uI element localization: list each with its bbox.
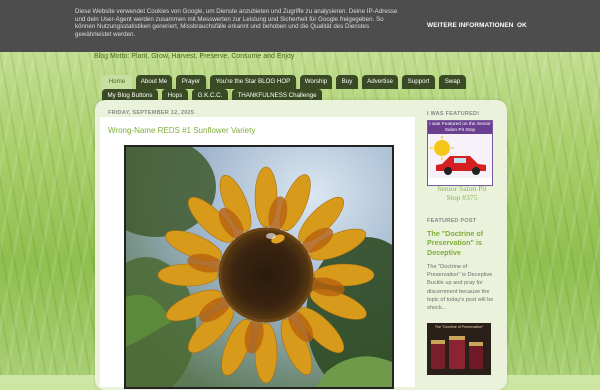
cookie-notice-text: Diese Website verwendet Cookies von Goog… [75, 8, 398, 38]
tab-worship[interactable]: Worship [300, 75, 332, 89]
senior-salon-link[interactable]: Senior Salon Pit Stop #375 [431, 184, 493, 202]
featured-post-title[interactable]: The "Doctrine of Preservation" is Decept… [427, 229, 495, 257]
featured-post-header: FEATURED POST [427, 218, 477, 224]
car-icon [428, 134, 492, 179]
cookie-consent-bar: Diese Website verwendet Cookies von Goog… [0, 0, 600, 52]
sunflower-image [126, 147, 392, 387]
tab-support[interactable]: Support [402, 75, 435, 89]
tab-prayer[interactable]: Prayer [176, 75, 206, 89]
senior-salon-badge[interactable]: I was Featured on the Senior Salon Pit S… [427, 120, 493, 186]
badge-caption: I was Featured on the Senior Salon Pit S… [428, 121, 492, 135]
post-date: FRIDAY, SEPTEMBER 12, 2025 [108, 110, 195, 116]
sunflower-photo[interactable] [124, 145, 394, 389]
blog-motto: Blog Motto: Plant, Grow, Harvest, Preser… [94, 53, 295, 60]
cookie-ok-button[interactable]: OK [517, 22, 527, 29]
tab-swap[interactable]: Swap [439, 75, 466, 89]
preserve-jars-icon [431, 336, 483, 369]
featured-post-snippet: The "Doctrine of Preservation" is Decept… [427, 264, 494, 312]
more-info-button[interactable]: WEITERE INFORMATIONEN [427, 22, 513, 29]
featured-post-image[interactable]: The "Doctrine of Preservation" [427, 323, 491, 375]
featured-header: I WAS FEATURED! [427, 111, 480, 117]
tab-home[interactable]: Home [102, 75, 132, 89]
tab-advertise[interactable]: Advertise [362, 75, 398, 89]
tab-about-me[interactable]: About Me [136, 75, 172, 89]
post-title[interactable]: Wrong-Name REDS #1 Sunflower Variety [108, 126, 255, 135]
tab-buy[interactable]: Buy [336, 75, 358, 89]
tab-star-blog-hop[interactable]: You're the Star BLOG HOP [210, 75, 296, 89]
